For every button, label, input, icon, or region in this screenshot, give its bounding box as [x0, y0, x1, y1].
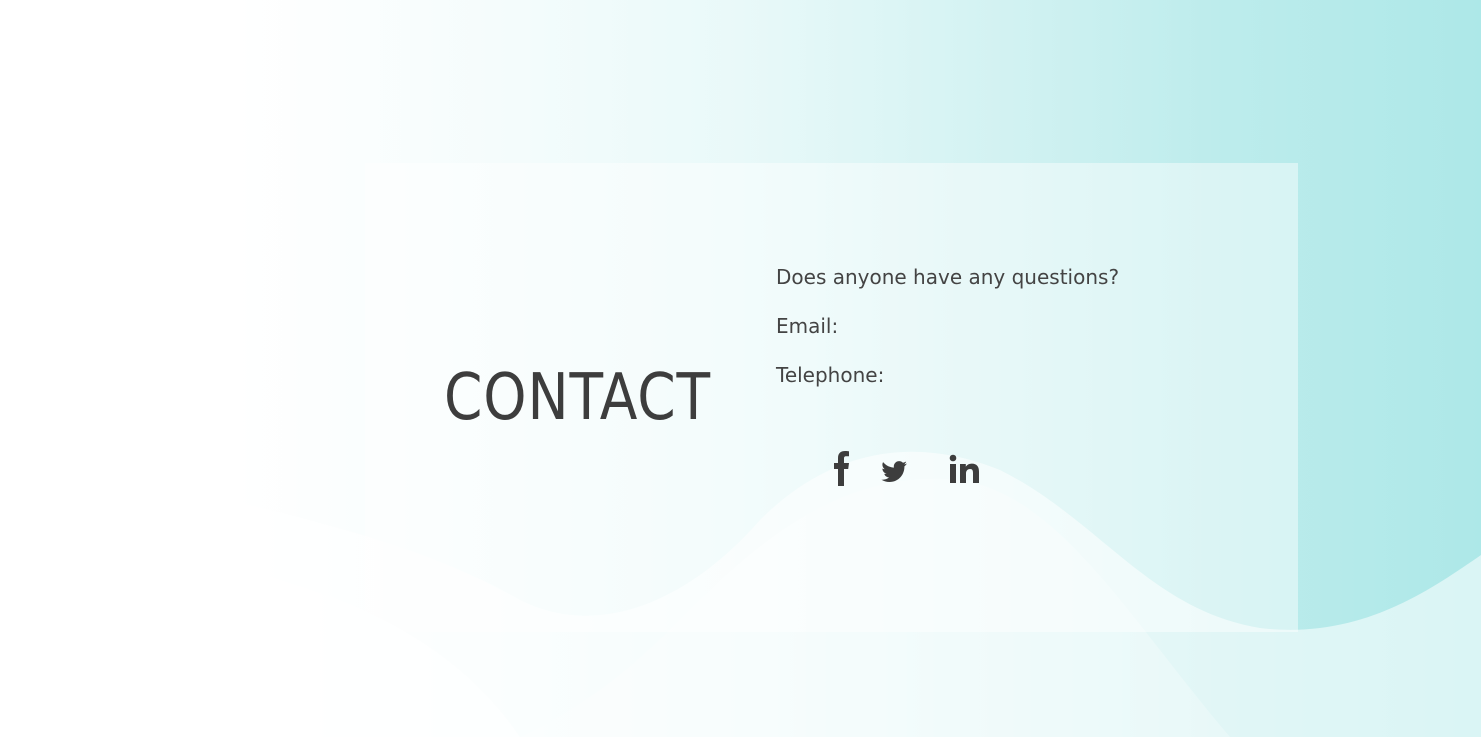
twitter-icon: [876, 456, 916, 490]
page-title: CONTACT: [444, 361, 712, 435]
facebook-link[interactable]: [830, 448, 870, 488]
email-label: Email:: [776, 314, 839, 338]
facebook-icon: [830, 448, 870, 488]
questions-text: Does anyone have any questions?: [776, 265, 1120, 289]
telephone-label: Telephone:: [776, 363, 885, 387]
twitter-link[interactable]: [876, 456, 916, 496]
linkedin-link[interactable]: [948, 452, 988, 492]
linkedin-icon: [948, 452, 988, 486]
contact-info: Does anyone have any questions? Email: T…: [776, 265, 1196, 412]
